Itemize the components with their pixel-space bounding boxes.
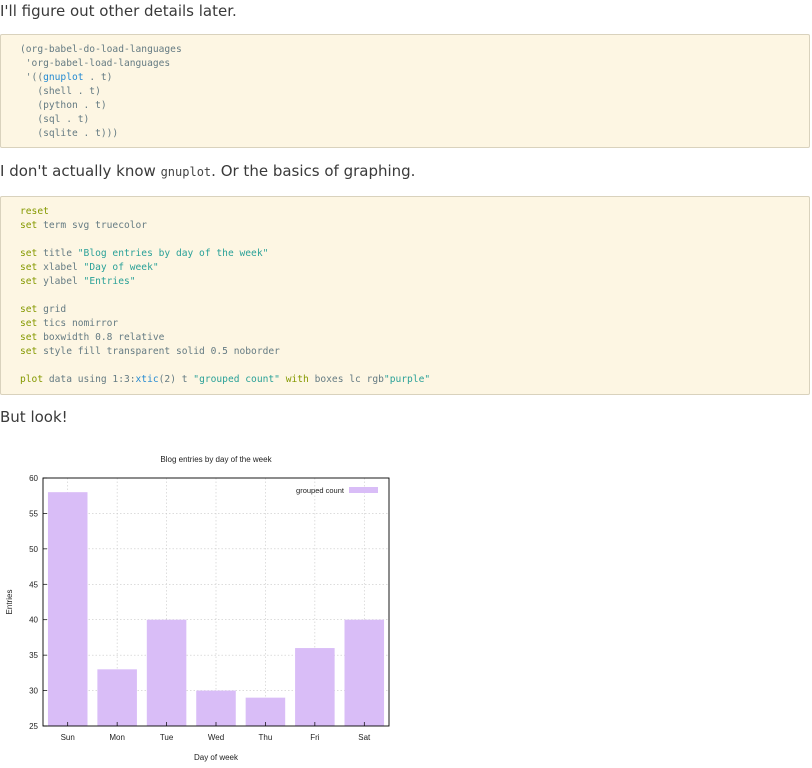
x-tick-label: Wed bbox=[208, 733, 224, 742]
x-tick-label: Sat bbox=[358, 733, 371, 742]
middle-paragraph: I don't actually know gnuplot. Or the ba… bbox=[0, 162, 415, 180]
code-token: set bbox=[20, 220, 38, 231]
y-tick-label: 30 bbox=[29, 687, 38, 696]
bar-wed bbox=[196, 690, 236, 726]
code-token: tics nomirror bbox=[37, 318, 119, 329]
bar-sun bbox=[47, 492, 88, 726]
chart-ylabel: Entries bbox=[5, 590, 14, 615]
code-line: (shell . t) bbox=[20, 85, 809, 99]
code-token: (shell . t) bbox=[20, 86, 101, 97]
code-token: reset bbox=[20, 206, 49, 217]
code-block-babel: (org-babel-do-load-languages 'org-babel-… bbox=[0, 34, 810, 148]
code-line: (sql . t) bbox=[20, 113, 809, 127]
code-line: set tics nomirror bbox=[20, 317, 809, 331]
y-tick-label: 40 bbox=[29, 616, 38, 625]
code-token: boxes lc rgb bbox=[308, 374, 384, 385]
code-token: with bbox=[285, 374, 309, 385]
grid-layer bbox=[43, 478, 389, 726]
code-line: set title "Blog entries by day of the we… bbox=[20, 247, 809, 261]
code-block-gnuplot: reset set term svg truecolor set title "Bl… bbox=[0, 196, 810, 395]
x-tick-label: Tue bbox=[160, 733, 174, 742]
code-line: (org-babel-do-load-languages bbox=[20, 43, 809, 57]
code-token: set bbox=[20, 262, 38, 273]
code-token: "Blog entries by day of the week" bbox=[77, 248, 269, 259]
code-token: grid bbox=[37, 304, 67, 315]
y-tick-label: 25 bbox=[29, 722, 38, 731]
x-tick-label: Mon bbox=[109, 733, 125, 742]
code-token: set bbox=[20, 304, 38, 315]
code-token: "Day of week" bbox=[83, 262, 159, 273]
bar-thu bbox=[245, 697, 286, 726]
code-token: 'org-babel-load-languages bbox=[20, 58, 171, 69]
code-token: ylabel bbox=[37, 276, 84, 287]
code-token: data using 1:3: bbox=[43, 374, 136, 385]
x-tick-label: Thu bbox=[259, 733, 273, 742]
x-tick-label: Fri bbox=[310, 733, 320, 742]
code-line: '((gnuplot . t) bbox=[20, 71, 809, 85]
code-token: (org-babel-do-load-languages bbox=[20, 44, 182, 55]
code-line: set grid bbox=[20, 303, 809, 317]
x-tick-label: Sun bbox=[61, 733, 75, 742]
code-line: reset bbox=[20, 205, 809, 219]
chart-xlabel: Day of week bbox=[194, 753, 239, 762]
bar-sat bbox=[344, 619, 385, 726]
code-token: "grouped count" bbox=[193, 374, 280, 385]
code-line: set boxwidth 0.8 relative bbox=[20, 331, 809, 345]
inline-code-gnuplot: gnuplot bbox=[160, 165, 212, 179]
legend-swatch bbox=[349, 487, 378, 493]
look-paragraph: But look! bbox=[0, 408, 68, 426]
code-token: (python . t) bbox=[20, 100, 107, 111]
code-line: set ylabel "Entries" bbox=[20, 275, 809, 289]
code-token: "Entries" bbox=[83, 276, 136, 287]
code-token: (2) t bbox=[158, 374, 194, 385]
y-tick-label: 35 bbox=[29, 651, 38, 660]
middle-text-before: I don't actually know bbox=[0, 162, 161, 180]
code-token: set bbox=[20, 332, 38, 343]
code-line: set style fill transparent solid 0.5 nob… bbox=[20, 345, 809, 359]
code-token: xlabel bbox=[37, 262, 84, 273]
code-token: plot bbox=[20, 374, 44, 385]
code-token: '(( bbox=[20, 72, 44, 83]
code-token: title bbox=[37, 248, 78, 259]
y-tick-label: 50 bbox=[29, 545, 38, 554]
intro-paragraph: I'll figure out other details later. bbox=[0, 2, 237, 20]
bar-chart: 25 30 35 40 45 50 55 60 Sun Mon Tue Wed Thu Fri Sat Bl… bbox=[5, 455, 390, 762]
code-token: term svg truecolor bbox=[37, 220, 148, 231]
chart-title: Blog entries by day of the week bbox=[160, 455, 272, 464]
code-token: set bbox=[20, 276, 38, 287]
code-token: xtic bbox=[135, 374, 159, 385]
code-token: "purple" bbox=[383, 374, 431, 385]
code-token: set bbox=[20, 248, 38, 259]
code-token: style fill transparent solid 0.5 noborde… bbox=[37, 346, 280, 357]
code-line: set xlabel "Day of week" bbox=[20, 261, 809, 275]
y-tick-label: 55 bbox=[29, 509, 38, 518]
middle-text-after: . Or the basics of graphing. bbox=[211, 162, 416, 180]
code-line: set term svg truecolor bbox=[20, 219, 809, 233]
y-tick-label: 45 bbox=[29, 580, 38, 589]
bar-mon bbox=[97, 669, 137, 726]
legend: grouped count bbox=[296, 486, 378, 495]
bar-fri bbox=[295, 648, 335, 726]
code-token: set bbox=[20, 346, 38, 357]
code-line: (python . t) bbox=[20, 99, 809, 113]
code-line: 'org-babel-load-languages bbox=[20, 57, 809, 71]
code-token: boxwidth 0.8 relative bbox=[37, 332, 165, 343]
code-token: (sqlite . t))) bbox=[20, 128, 119, 139]
code-token: . t) bbox=[83, 72, 113, 83]
code-token: gnuplot bbox=[43, 72, 84, 83]
code-line: plot data using 1:3:xtic(2) t "grouped c… bbox=[20, 373, 809, 387]
code-token: set bbox=[20, 318, 38, 329]
code-token: (sql . t) bbox=[20, 114, 90, 125]
legend-label: grouped count bbox=[296, 486, 345, 495]
code-line: (sqlite . t))) bbox=[20, 127, 809, 141]
y-tick-label: 60 bbox=[29, 474, 38, 483]
bar-tue bbox=[146, 619, 187, 726]
